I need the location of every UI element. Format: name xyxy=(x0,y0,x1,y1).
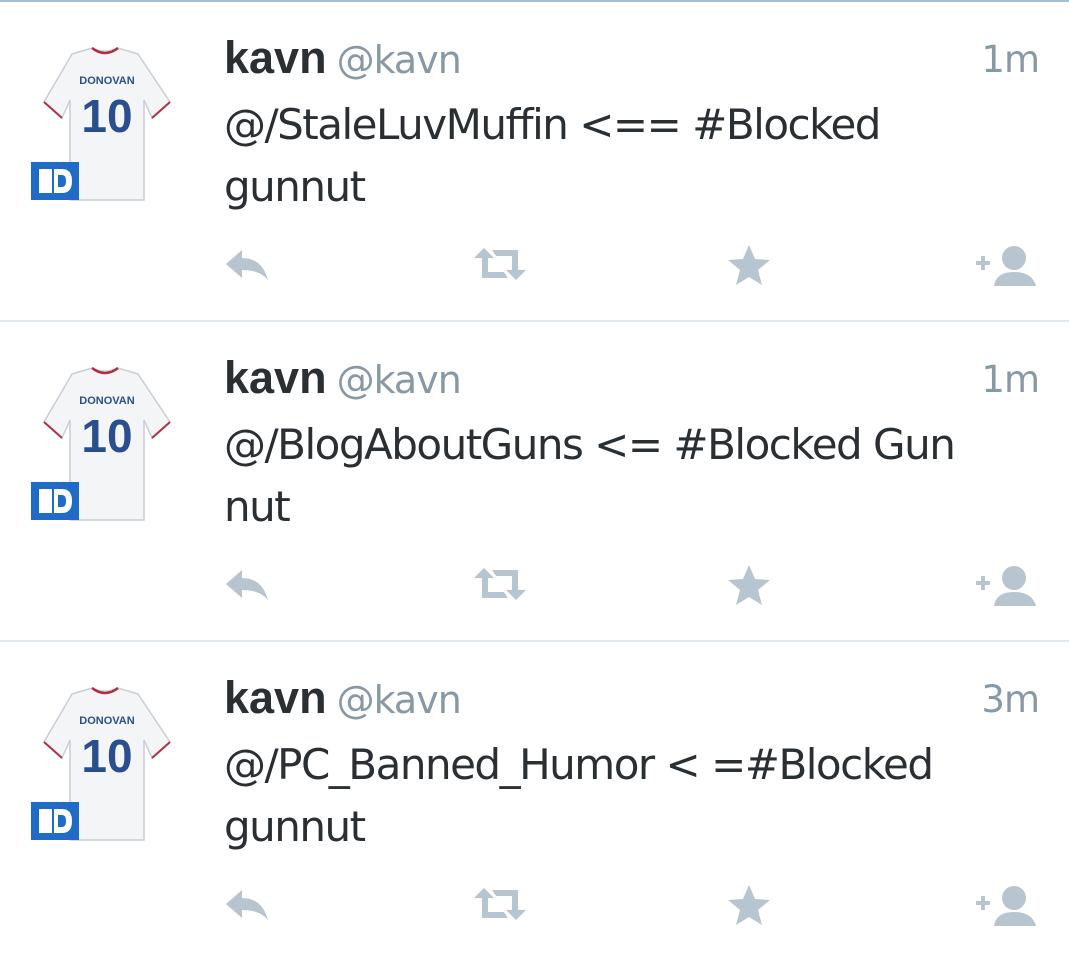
screen-name[interactable]: @kavn xyxy=(337,358,462,402)
retweet-button[interactable] xyxy=(470,880,536,930)
reply-button[interactable] xyxy=(222,240,288,290)
display-name[interactable]: kavn xyxy=(224,32,327,83)
tweet-item[interactable]: DONOVAN 10 kavn @kavn 1m @/BlogAboutGuns … xyxy=(0,322,1069,642)
reply-button[interactable] xyxy=(222,560,288,610)
tweet-header: kavn @kavn 1m xyxy=(224,352,1040,412)
tweet-item[interactable]: DONOVAN 10 kavn @kavn 1m @/StaleLuvMuffin… xyxy=(0,2,1069,322)
retweet-button[interactable] xyxy=(470,560,536,610)
avatar[interactable]: DONOVAN 10 xyxy=(30,682,180,847)
tweet-actions xyxy=(0,880,1069,930)
retweet-icon xyxy=(474,568,526,600)
tweet-header: kavn @kavn 3m xyxy=(224,672,1040,732)
reply-icon xyxy=(226,890,268,920)
avatar[interactable]: DONOVAN 10 xyxy=(30,42,180,207)
tweet-actions xyxy=(0,560,1069,610)
follow-button[interactable] xyxy=(974,880,1040,930)
jersey-number: 10 xyxy=(81,730,132,782)
retweet-icon xyxy=(474,248,526,280)
display-name[interactable]: kavn xyxy=(224,352,327,403)
avatar[interactable]: DONOVAN 10 xyxy=(30,362,180,527)
favorite-button[interactable] xyxy=(724,560,790,610)
blue-d-logo-icon xyxy=(31,162,79,200)
display-name[interactable]: kavn xyxy=(224,672,327,723)
blue-d-logo-icon xyxy=(31,482,79,520)
reply-icon xyxy=(226,250,268,280)
tweet-text: @/BlogAboutGuns <= #Blocked Gun nut xyxy=(224,420,956,531)
tweet-header: kavn @kavn 1m xyxy=(224,32,1040,92)
follow-icon xyxy=(976,246,1036,286)
tweet-text: @/StaleLuvMuffin <== #Blocked gunnut xyxy=(224,100,881,211)
jersey-number: 10 xyxy=(81,410,132,462)
blue-d-logo-icon xyxy=(31,802,79,840)
favorite-button[interactable] xyxy=(724,240,790,290)
retweet-button[interactable] xyxy=(470,240,536,290)
jersey-number: 10 xyxy=(81,90,132,142)
favorite-star-icon xyxy=(728,565,770,605)
follow-button[interactable] xyxy=(974,240,1040,290)
tweet-item[interactable]: DONOVAN 10 kavn @kavn 3m @/PC_Banned_Humo… xyxy=(0,642,1069,962)
follow-button[interactable] xyxy=(974,560,1040,610)
jersey-name: DONOVAN xyxy=(79,395,134,407)
reply-button[interactable] xyxy=(222,880,288,930)
retweet-icon xyxy=(474,888,526,920)
favorite-star-icon xyxy=(728,885,770,925)
follow-icon xyxy=(976,886,1036,926)
tweet-actions xyxy=(0,240,1069,290)
timestamp: 1m xyxy=(981,358,1040,401)
timestamp: 3m xyxy=(981,678,1040,721)
tweet-text: @/PC_Banned_Humor < =#Blocked gunnut xyxy=(224,740,934,851)
jersey-name: DONOVAN xyxy=(79,75,134,87)
reply-icon xyxy=(226,570,268,600)
jersey-name: DONOVAN xyxy=(79,715,134,727)
timestamp: 1m xyxy=(981,38,1040,81)
screen-name[interactable]: @kavn xyxy=(337,678,462,722)
screen-name[interactable]: @kavn xyxy=(337,38,462,82)
jersey-avatar-icon: DONOVAN 10 xyxy=(31,46,171,201)
favorite-button[interactable] xyxy=(724,880,790,930)
jersey-avatar-icon: DONOVAN 10 xyxy=(31,366,171,521)
jersey-avatar-icon: DONOVAN 10 xyxy=(31,686,171,841)
favorite-star-icon xyxy=(728,245,770,285)
follow-icon xyxy=(976,566,1036,606)
